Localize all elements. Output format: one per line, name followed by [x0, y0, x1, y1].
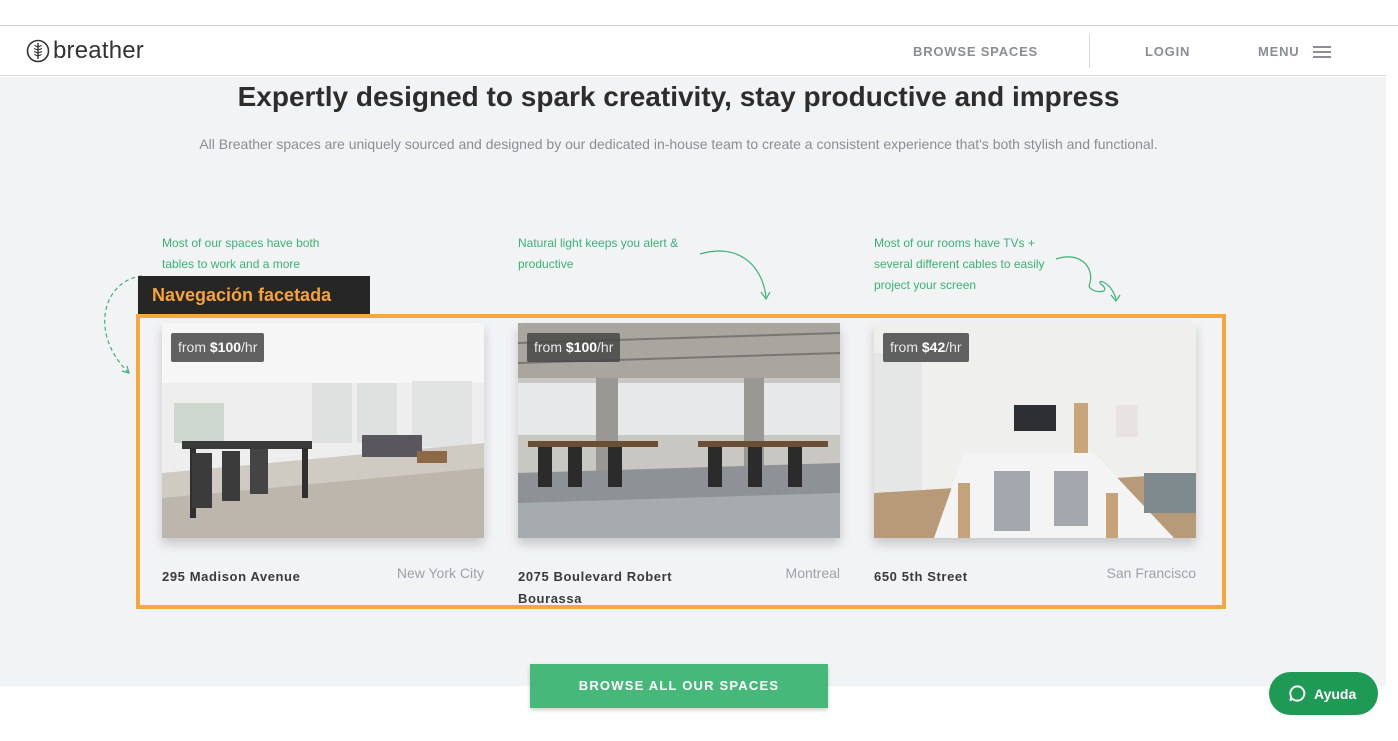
facet-navigation-label: Navegación facetada	[138, 276, 370, 315]
nav-menu-button[interactable]: MENU	[1258, 44, 1332, 59]
space-address[interactable]: 2075 Boulevard Robert Bourassa	[518, 566, 738, 610]
space-card[interactable]: from $42/hr 650 5th Street San Francisco	[874, 323, 1196, 584]
chat-bubble-icon	[1289, 685, 1306, 702]
browse-all-spaces-button[interactable]: BROWSE ALL OUR SPACES	[530, 664, 828, 708]
annotation-natural-light: Natural light keeps you alert & producti…	[518, 236, 679, 271]
space-city: San Francisco	[1106, 565, 1196, 581]
breather-logo[interactable]: breather	[26, 37, 144, 65]
curved-arrow-icon	[1055, 256, 1121, 303]
space-photo[interactable]: from $100/hr	[162, 323, 484, 538]
space-city: Montreal	[785, 565, 840, 581]
space-address[interactable]: 295 Madison Avenue	[162, 566, 382, 588]
space-address[interactable]: 650 5th Street	[874, 566, 1094, 588]
price-tag: from $100/hr	[171, 333, 265, 362]
help-label: Ayuda	[1314, 685, 1357, 702]
logo-wordmark: breather	[53, 37, 144, 64]
spaces-section: Expertly designed to spark creativity, s…	[0, 77, 1386, 686]
space-card[interactable]: from $100/hr 2075 Boulevard Robert Boura…	[518, 323, 840, 606]
nav-login-link[interactable]: LOGIN	[1145, 44, 1190, 59]
annotation-tvs: Most of our rooms have TVs + several dif…	[874, 236, 1045, 292]
price-tag: from $42/hr	[883, 333, 969, 362]
space-photo[interactable]: from $42/hr	[874, 323, 1196, 538]
section-subtitle: All Breather spaces are uniquely sourced…	[199, 136, 1158, 152]
space-city: New York City	[396, 565, 484, 581]
site-header: breather BROWSE SPACES LOGIN MENU	[0, 26, 1386, 76]
breather-logo-icon	[26, 39, 50, 63]
space-photo[interactable]: from $100/hr	[518, 323, 840, 538]
space-card[interactable]: from $100/hr 295 Madison Avenue New York…	[162, 323, 484, 584]
curved-arrow-icon	[699, 250, 771, 301]
nav-menu-label: MENU	[1258, 44, 1300, 59]
price-tag: from $100/hr	[527, 333, 621, 362]
annotation-tables: Most of our spaces have both tables to w…	[162, 236, 320, 271]
nav-divider	[1089, 34, 1090, 68]
help-chat-button[interactable]: Ayuda	[1269, 672, 1378, 715]
nav-browse-spaces-link[interactable]: BROWSE SPACES	[913, 44, 1038, 59]
section-title: Expertly designed to spark creativity, s…	[237, 81, 1120, 112]
page-scrollbar[interactable]	[1386, 26, 1398, 686]
hamburger-icon	[1313, 45, 1332, 58]
browser-top-strip	[0, 0, 1398, 26]
